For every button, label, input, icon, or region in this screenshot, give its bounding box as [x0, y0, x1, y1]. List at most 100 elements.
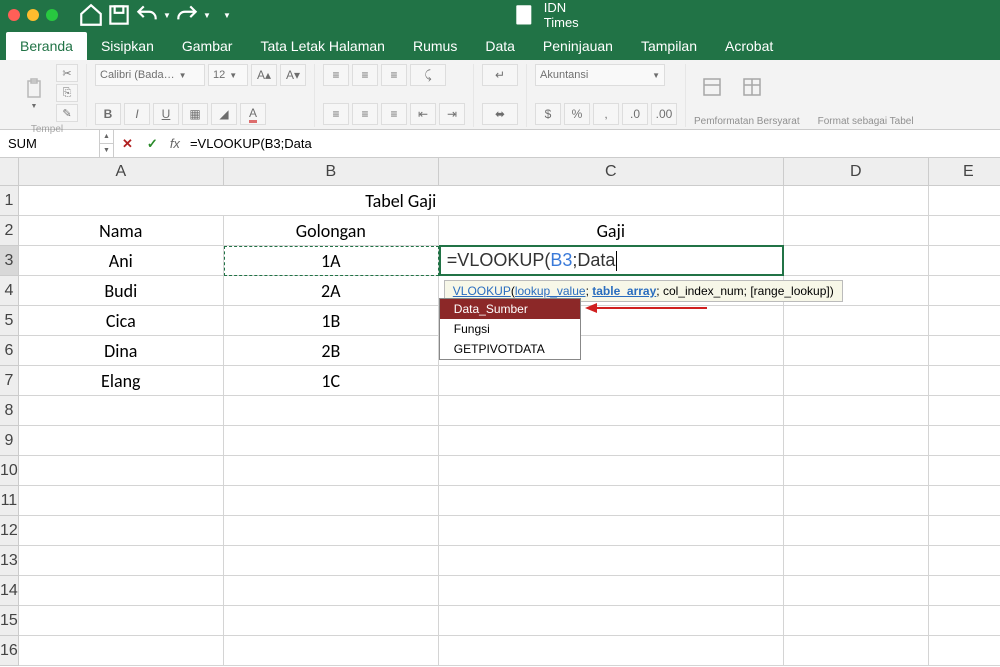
autocomplete-item[interactable]: Fungsi — [440, 319, 580, 339]
maximize-window-button[interactable] — [46, 9, 58, 21]
cell[interactable] — [19, 396, 224, 426]
home-icon[interactable] — [78, 3, 104, 27]
cell[interactable] — [19, 516, 224, 546]
row-header[interactable]: 4 — [0, 276, 19, 306]
italic-button[interactable]: I — [124, 103, 150, 125]
cell[interactable] — [929, 276, 1000, 306]
cell[interactable] — [784, 486, 929, 516]
cell[interactable] — [224, 426, 439, 456]
cell[interactable] — [439, 516, 784, 546]
cell[interactable] — [929, 366, 1000, 396]
align-center-icon[interactable]: ≡ — [352, 103, 378, 125]
cell[interactable] — [784, 576, 929, 606]
cell[interactable]: Nama — [19, 216, 224, 246]
tab-acrobat[interactable]: Acrobat — [711, 32, 787, 60]
qat-customize-icon[interactable]: ▼ — [222, 11, 232, 20]
percent-icon[interactable]: % — [564, 103, 590, 125]
cell[interactable] — [784, 216, 929, 246]
cell[interactable] — [439, 576, 784, 606]
cell[interactable] — [784, 336, 929, 366]
name-box-dropdown[interactable]: ▲▼ — [100, 130, 114, 157]
cell[interactable] — [929, 486, 1000, 516]
cell[interactable] — [929, 456, 1000, 486]
cell[interactable] — [784, 186, 929, 216]
merge-center-icon[interactable]: ⬌ — [482, 103, 518, 125]
col-header[interactable]: B — [224, 158, 439, 186]
cut-icon[interactable]: ✂ — [56, 64, 78, 82]
cell[interactable] — [784, 636, 929, 666]
cell[interactable] — [439, 426, 784, 456]
increase-font-icon[interactable]: A▴ — [251, 64, 277, 86]
paste-button[interactable]: ▼ — [16, 70, 52, 116]
row-header[interactable]: 6 — [0, 336, 19, 366]
cell[interactable] — [784, 516, 929, 546]
autocomplete-item[interactable]: Data_Sumber — [440, 299, 580, 319]
cell[interactable] — [224, 486, 439, 516]
row-header[interactable]: 14 — [0, 576, 19, 606]
wrap-text-icon[interactable]: ↵ — [482, 64, 518, 86]
undo-dropdown-icon[interactable]: ▼ — [162, 11, 172, 20]
cell[interactable]: 1A — [224, 246, 439, 276]
redo-dropdown-icon[interactable]: ▼ — [202, 11, 212, 20]
cell[interactable] — [224, 636, 439, 666]
cell[interactable]: Tabel Gaji — [19, 186, 784, 216]
cell[interactable]: 2B — [224, 336, 439, 366]
cell[interactable]: Golongan — [224, 216, 439, 246]
cell[interactable]: 1B — [224, 306, 439, 336]
font-color-button[interactable]: A — [240, 103, 266, 125]
row-header[interactable]: 8 — [0, 396, 19, 426]
row-header[interactable]: 3 — [0, 246, 19, 276]
cell[interactable] — [784, 366, 929, 396]
cell[interactable]: Cica — [19, 306, 224, 336]
cell[interactable]: Budi — [19, 276, 224, 306]
cell[interactable] — [439, 606, 784, 636]
cell[interactable] — [19, 606, 224, 636]
align-bottom-icon[interactable]: ≡ — [381, 64, 407, 86]
align-left-icon[interactable]: ≡ — [323, 103, 349, 125]
tab-data[interactable]: Data — [471, 32, 529, 60]
col-header[interactable]: E — [929, 158, 1000, 186]
conditional-format-button[interactable] — [694, 64, 730, 110]
underline-button[interactable]: U — [153, 103, 179, 125]
cell[interactable] — [439, 486, 784, 516]
active-cell-c3[interactable]: =VLOOKUP(B3;Data — [439, 245, 784, 276]
cell[interactable] — [784, 456, 929, 486]
cell[interactable] — [929, 516, 1000, 546]
cell[interactable] — [19, 456, 224, 486]
cell[interactable]: Elang — [19, 366, 224, 396]
close-window-button[interactable] — [8, 9, 20, 21]
cell[interactable] — [929, 336, 1000, 366]
row-header[interactable]: 15 — [0, 606, 19, 636]
cell[interactable]: 1C — [224, 366, 439, 396]
inc-decimal-icon[interactable]: .0 — [622, 103, 648, 125]
cell[interactable] — [19, 546, 224, 576]
cell[interactable] — [929, 306, 1000, 336]
cell[interactable] — [929, 186, 1000, 216]
number-format-combo[interactable]: Akuntansi▼ — [535, 64, 665, 86]
cell[interactable] — [784, 396, 929, 426]
tab-beranda[interactable]: Beranda — [6, 32, 87, 60]
cell[interactable] — [784, 546, 929, 576]
cell[interactable] — [19, 426, 224, 456]
copy-icon[interactable]: ⎘ — [56, 84, 78, 102]
row-header[interactable]: 5 — [0, 306, 19, 336]
fill-color-button[interactable]: ◢ — [211, 103, 237, 125]
cell[interactable] — [439, 366, 784, 396]
currency-icon[interactable]: $ — [535, 103, 561, 125]
tab-rumus[interactable]: Rumus — [399, 32, 471, 60]
cell[interactable] — [224, 546, 439, 576]
row-header[interactable]: 13 — [0, 546, 19, 576]
cell[interactable] — [19, 576, 224, 606]
save-icon[interactable] — [106, 3, 132, 27]
formula-input[interactable]: =VLOOKUP(B3;Data — [186, 136, 1000, 151]
col-header[interactable]: A — [19, 158, 224, 186]
cell[interactable] — [929, 606, 1000, 636]
tab-tampilan[interactable]: Tampilan — [627, 32, 711, 60]
align-top-icon[interactable]: ≡ — [323, 64, 349, 86]
cell[interactable] — [224, 576, 439, 606]
cell[interactable] — [439, 456, 784, 486]
row-header[interactable]: 1 — [0, 186, 19, 216]
grid-area[interactable]: A B C D E Tabel Gaji NamaGolonganGaji An… — [19, 158, 1000, 666]
indent-dec-icon[interactable]: ⇤ — [410, 103, 436, 125]
cell[interactable]: Gaji — [439, 216, 784, 246]
